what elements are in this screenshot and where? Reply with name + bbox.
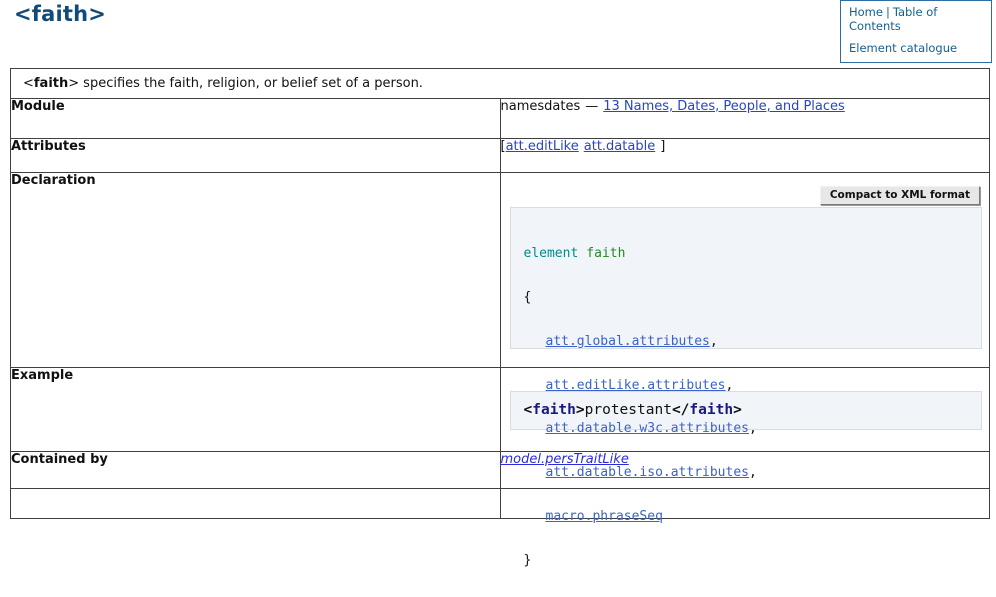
comma: ,: [749, 421, 757, 436]
attribute-class-link-datable[interactable]: att.datable: [584, 139, 655, 154]
code-line-member: att.global.attributes,: [524, 335, 982, 350]
close-brace: }: [524, 553, 532, 568]
comma: ,: [710, 334, 718, 349]
description-tag-name: faith: [34, 76, 68, 91]
description-tag-open: <: [23, 76, 34, 91]
declaration-code-block: element faith { att.global.attributes, at…: [510, 207, 983, 349]
module-row: Module namesdates — 13 Names, Dates, Peopl…: [11, 99, 990, 139]
attributes-value-cell: [att.editLikeatt.datable]: [500, 139, 990, 173]
module-dash: —: [585, 99, 598, 114]
description-text: specifies the faith, religion, or belief…: [83, 76, 423, 91]
code-line-close-brace: }: [524, 554, 982, 569]
contained-by-label: Contained by: [11, 452, 501, 489]
page-title: <faith>: [14, 2, 106, 26]
nav-link-home[interactable]: Home: [849, 5, 883, 19]
member-link-att-datable-iso[interactable]: att.datable.iso.attributes: [546, 465, 750, 480]
member-link-macro-phraseSeq[interactable]: macro.phraseSeq: [546, 509, 663, 524]
code-line-member: att.datable.w3c.attributes,: [524, 422, 982, 437]
module-label: Module: [11, 99, 501, 139]
attributes-label: Attributes: [11, 139, 501, 173]
comma: ,: [726, 378, 734, 393]
declaration-value-cell: Compact to XML format element faith { att…: [500, 173, 990, 368]
member-link-att-global[interactable]: att.global.attributes: [546, 334, 710, 349]
nav-separator: |: [886, 5, 890, 19]
nav-line-1: Home|Table of Contents: [849, 5, 985, 33]
keyword-element: element: [524, 246, 579, 261]
description-tag-close: >: [68, 76, 79, 91]
declaration-label: Declaration: [11, 173, 501, 368]
module-name: namesdates: [501, 99, 581, 114]
nav-link-element-catalogue[interactable]: Element catalogue: [849, 41, 957, 55]
description-row: <faith> specifies the faith, religion, or…: [11, 69, 990, 99]
open-brace: {: [524, 290, 532, 305]
member-link-att-datable-w3c[interactable]: att.datable.w3c.attributes: [546, 421, 750, 436]
declared-element-name: faith: [586, 246, 625, 261]
attributes-row: Attributes [att.editLikeatt.datable]: [11, 139, 990, 173]
declaration-row: Declaration Compact to XML format elemen…: [11, 173, 990, 368]
comma: ,: [749, 465, 757, 480]
nav-line-2: Element catalogue: [849, 41, 985, 55]
code-line-open-brace: {: [524, 291, 982, 306]
code-line-member: att.editLike.attributes,: [524, 379, 982, 394]
module-chapter-link[interactable]: 13 Names, Dates, People, and Places: [603, 99, 845, 114]
element-spec-table: <faith>specifies the faith, religion, or…: [10, 68, 990, 519]
member-link-att-editLike[interactable]: att.editLike.attributes: [546, 378, 726, 393]
code-line-member: att.datable.iso.attributes,: [524, 466, 982, 481]
compact-to-xml-button[interactable]: Compact to XML format: [820, 186, 980, 205]
attribute-class-link-editLike[interactable]: att.editLike: [506, 139, 579, 154]
code-line-member: macro.phraseSeq: [524, 510, 982, 525]
description-cell: <faith> specifies the faith, religion, or…: [11, 69, 990, 99]
attributes-close-bracket: ]: [660, 139, 665, 154]
module-value-cell: namesdates — 13 Names, Dates, People, and …: [500, 99, 990, 139]
nav-box: Home|Table of Contents Element catalogue: [840, 0, 992, 63]
code-line-element: element faith: [524, 247, 982, 262]
example-label: Example: [11, 368, 501, 452]
clipped-label-cell: [11, 489, 501, 519]
